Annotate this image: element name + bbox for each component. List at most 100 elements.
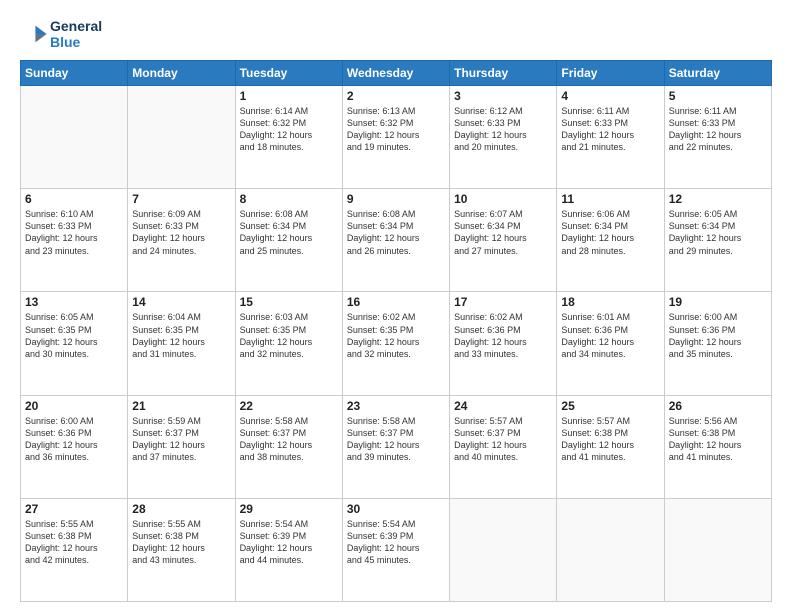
- day-number: 18: [561, 295, 659, 309]
- day-number: 13: [25, 295, 123, 309]
- day-info: Sunrise: 6:12 AM Sunset: 6:33 PM Dayligh…: [454, 105, 552, 154]
- day-info: Sunrise: 6:11 AM Sunset: 6:33 PM Dayligh…: [561, 105, 659, 154]
- day-number: 16: [347, 295, 445, 309]
- day-number: 27: [25, 502, 123, 516]
- calendar-cell: 5Sunrise: 6:11 AM Sunset: 6:33 PM Daylig…: [664, 86, 771, 189]
- calendar-cell: 29Sunrise: 5:54 AM Sunset: 6:39 PM Dayli…: [235, 498, 342, 601]
- calendar-cell: 3Sunrise: 6:12 AM Sunset: 6:33 PM Daylig…: [450, 86, 557, 189]
- calendar-cell: 30 Sunrise: 5:54 AM Sunset: 6:39 PM Dayli…: [342, 498, 449, 601]
- day-info: Sunrise: 6:00 AM Sunset: 6:36 PM Dayligh…: [25, 415, 123, 464]
- calendar-cell: 19Sunrise: 6:00 AM Sunset: 6:36 PM Dayli…: [664, 292, 771, 395]
- day-info: Sunrise: 5:54 AM Sunset: 6:39 PM Dayligh…: [240, 518, 338, 567]
- day-number: 7: [132, 192, 230, 206]
- weekday-header: Saturday: [664, 61, 771, 86]
- day-info: Sunrise: 6:08 AM Sunset: 6:34 PM Dayligh…: [240, 208, 338, 257]
- calendar-cell: 22 Sunrise: 5:58 AM Sunset: 6:37 PM Dayli…: [235, 395, 342, 498]
- calendar-cell: 9 Sunrise: 6:08 AM Sunset: 6:34 PM Daylig…: [342, 189, 449, 292]
- day-info: Sunrise: 6:09 AM Sunset: 6:33 PM Dayligh…: [132, 208, 230, 257]
- header: General Blue: [20, 18, 772, 50]
- day-info: Sunrise: 5:55 AM Sunset: 6:38 PM Dayligh…: [25, 518, 123, 567]
- day-number: 4: [561, 89, 659, 103]
- calendar-cell: 4 Sunrise: 6:11 AM Sunset: 6:33 PM Daylig…: [557, 86, 664, 189]
- day-number: 19: [669, 295, 767, 309]
- day-info: Sunrise: 6:05 AM Sunset: 6:35 PM Dayligh…: [25, 311, 123, 360]
- calendar-cell: [128, 86, 235, 189]
- day-info: Sunrise: 6:02 AM Sunset: 6:36 PM Dayligh…: [454, 311, 552, 360]
- day-number: 22: [240, 399, 338, 413]
- day-number: 10: [454, 192, 552, 206]
- day-info: Sunrise: 6:06 AM Sunset: 6:34 PM Dayligh…: [561, 208, 659, 257]
- calendar-cell: 7 Sunrise: 6:09 AM Sunset: 6:33 PM Daylig…: [128, 189, 235, 292]
- weekday-header: Sunday: [21, 61, 128, 86]
- calendar-cell: 16 Sunrise: 6:02 AM Sunset: 6:35 PM Dayli…: [342, 292, 449, 395]
- day-number: 6: [25, 192, 123, 206]
- day-info: Sunrise: 5:59 AM Sunset: 6:37 PM Dayligh…: [132, 415, 230, 464]
- calendar-cell: 20 Sunrise: 6:00 AM Sunset: 6:36 PM Dayli…: [21, 395, 128, 498]
- calendar-cell: 13 Sunrise: 6:05 AM Sunset: 6:35 PM Dayli…: [21, 292, 128, 395]
- day-number: 14: [132, 295, 230, 309]
- day-info: Sunrise: 5:56 AM Sunset: 6:38 PM Dayligh…: [669, 415, 767, 464]
- day-number: 25: [561, 399, 659, 413]
- day-info: Sunrise: 5:54 AM Sunset: 6:39 PM Dayligh…: [347, 518, 445, 567]
- logo-text: General Blue: [50, 18, 102, 50]
- calendar-cell: 14 Sunrise: 6:04 AM Sunset: 6:35 PM Dayli…: [128, 292, 235, 395]
- calendar-cell: 25 Sunrise: 5:57 AM Sunset: 6:38 PM Dayli…: [557, 395, 664, 498]
- day-number: 1: [240, 89, 338, 103]
- weekday-header-row: SundayMondayTuesdayWednesdayThursdayFrid…: [21, 61, 772, 86]
- day-info: Sunrise: 5:57 AM Sunset: 6:37 PM Dayligh…: [454, 415, 552, 464]
- day-info: Sunrise: 6:10 AM Sunset: 6:33 PM Dayligh…: [25, 208, 123, 257]
- day-info: Sunrise: 6:05 AM Sunset: 6:34 PM Dayligh…: [669, 208, 767, 257]
- calendar-week-row: 1 Sunrise: 6:14 AM Sunset: 6:32 PM Daylig…: [21, 86, 772, 189]
- calendar-cell: [557, 498, 664, 601]
- day-number: 8: [240, 192, 338, 206]
- calendar-cell: 23 Sunrise: 5:58 AM Sunset: 6:37 PM Dayli…: [342, 395, 449, 498]
- calendar-week-row: 6 Sunrise: 6:10 AM Sunset: 6:33 PM Daylig…: [21, 189, 772, 292]
- day-number: 30: [347, 502, 445, 516]
- calendar-cell: 10Sunrise: 6:07 AM Sunset: 6:34 PM Dayli…: [450, 189, 557, 292]
- day-info: Sunrise: 5:55 AM Sunset: 6:38 PM Dayligh…: [132, 518, 230, 567]
- day-number: 20: [25, 399, 123, 413]
- day-info: Sunrise: 6:14 AM Sunset: 6:32 PM Dayligh…: [240, 105, 338, 154]
- calendar-cell: [21, 86, 128, 189]
- day-number: 24: [454, 399, 552, 413]
- day-info: Sunrise: 6:03 AM Sunset: 6:35 PM Dayligh…: [240, 311, 338, 360]
- logo-icon: [20, 20, 48, 48]
- day-info: Sunrise: 6:08 AM Sunset: 6:34 PM Dayligh…: [347, 208, 445, 257]
- day-number: 23: [347, 399, 445, 413]
- day-info: Sunrise: 6:04 AM Sunset: 6:35 PM Dayligh…: [132, 311, 230, 360]
- calendar-cell: 1 Sunrise: 6:14 AM Sunset: 6:32 PM Daylig…: [235, 86, 342, 189]
- day-info: Sunrise: 6:01 AM Sunset: 6:36 PM Dayligh…: [561, 311, 659, 360]
- day-number: 9: [347, 192, 445, 206]
- calendar-cell: 26 Sunrise: 5:56 AM Sunset: 6:38 PM Dayli…: [664, 395, 771, 498]
- calendar-cell: 27 Sunrise: 5:55 AM Sunset: 6:38 PM Dayli…: [21, 498, 128, 601]
- day-number: 12: [669, 192, 767, 206]
- calendar-cell: 12 Sunrise: 6:05 AM Sunset: 6:34 PM Dayli…: [664, 189, 771, 292]
- weekday-header: Wednesday: [342, 61, 449, 86]
- day-number: 2: [347, 89, 445, 103]
- calendar-cell: 18 Sunrise: 6:01 AM Sunset: 6:36 PM Dayli…: [557, 292, 664, 395]
- day-number: 26: [669, 399, 767, 413]
- page: General Blue SundayMondayTuesdayWednesda…: [0, 0, 792, 612]
- weekday-header: Friday: [557, 61, 664, 86]
- day-info: Sunrise: 6:13 AM Sunset: 6:32 PM Dayligh…: [347, 105, 445, 154]
- weekday-header: Tuesday: [235, 61, 342, 86]
- day-info: Sunrise: 5:58 AM Sunset: 6:37 PM Dayligh…: [347, 415, 445, 464]
- calendar-cell: 17 Sunrise: 6:02 AM Sunset: 6:36 PM Dayli…: [450, 292, 557, 395]
- calendar-cell: 24 Sunrise: 5:57 AM Sunset: 6:37 PM Dayli…: [450, 395, 557, 498]
- calendar-cell: [450, 498, 557, 601]
- day-number: 15: [240, 295, 338, 309]
- calendar-cell: 21 Sunrise: 5:59 AM Sunset: 6:37 PM Dayli…: [128, 395, 235, 498]
- logo: General Blue: [20, 18, 102, 50]
- day-number: 21: [132, 399, 230, 413]
- day-info: Sunrise: 6:02 AM Sunset: 6:35 PM Dayligh…: [347, 311, 445, 360]
- calendar-cell: [664, 498, 771, 601]
- day-number: 17: [454, 295, 552, 309]
- day-info: Sunrise: 5:58 AM Sunset: 6:37 PM Dayligh…: [240, 415, 338, 464]
- weekday-header: Thursday: [450, 61, 557, 86]
- calendar-week-row: 20 Sunrise: 6:00 AM Sunset: 6:36 PM Dayli…: [21, 395, 772, 498]
- calendar-cell: 15 Sunrise: 6:03 AM Sunset: 6:35 PM Dayli…: [235, 292, 342, 395]
- day-info: Sunrise: 5:57 AM Sunset: 6:38 PM Dayligh…: [561, 415, 659, 464]
- calendar-cell: 8 Sunrise: 6:08 AM Sunset: 6:34 PM Daylig…: [235, 189, 342, 292]
- calendar-table: SundayMondayTuesdayWednesdayThursdayFrid…: [20, 60, 772, 602]
- calendar-cell: 6 Sunrise: 6:10 AM Sunset: 6:33 PM Daylig…: [21, 189, 128, 292]
